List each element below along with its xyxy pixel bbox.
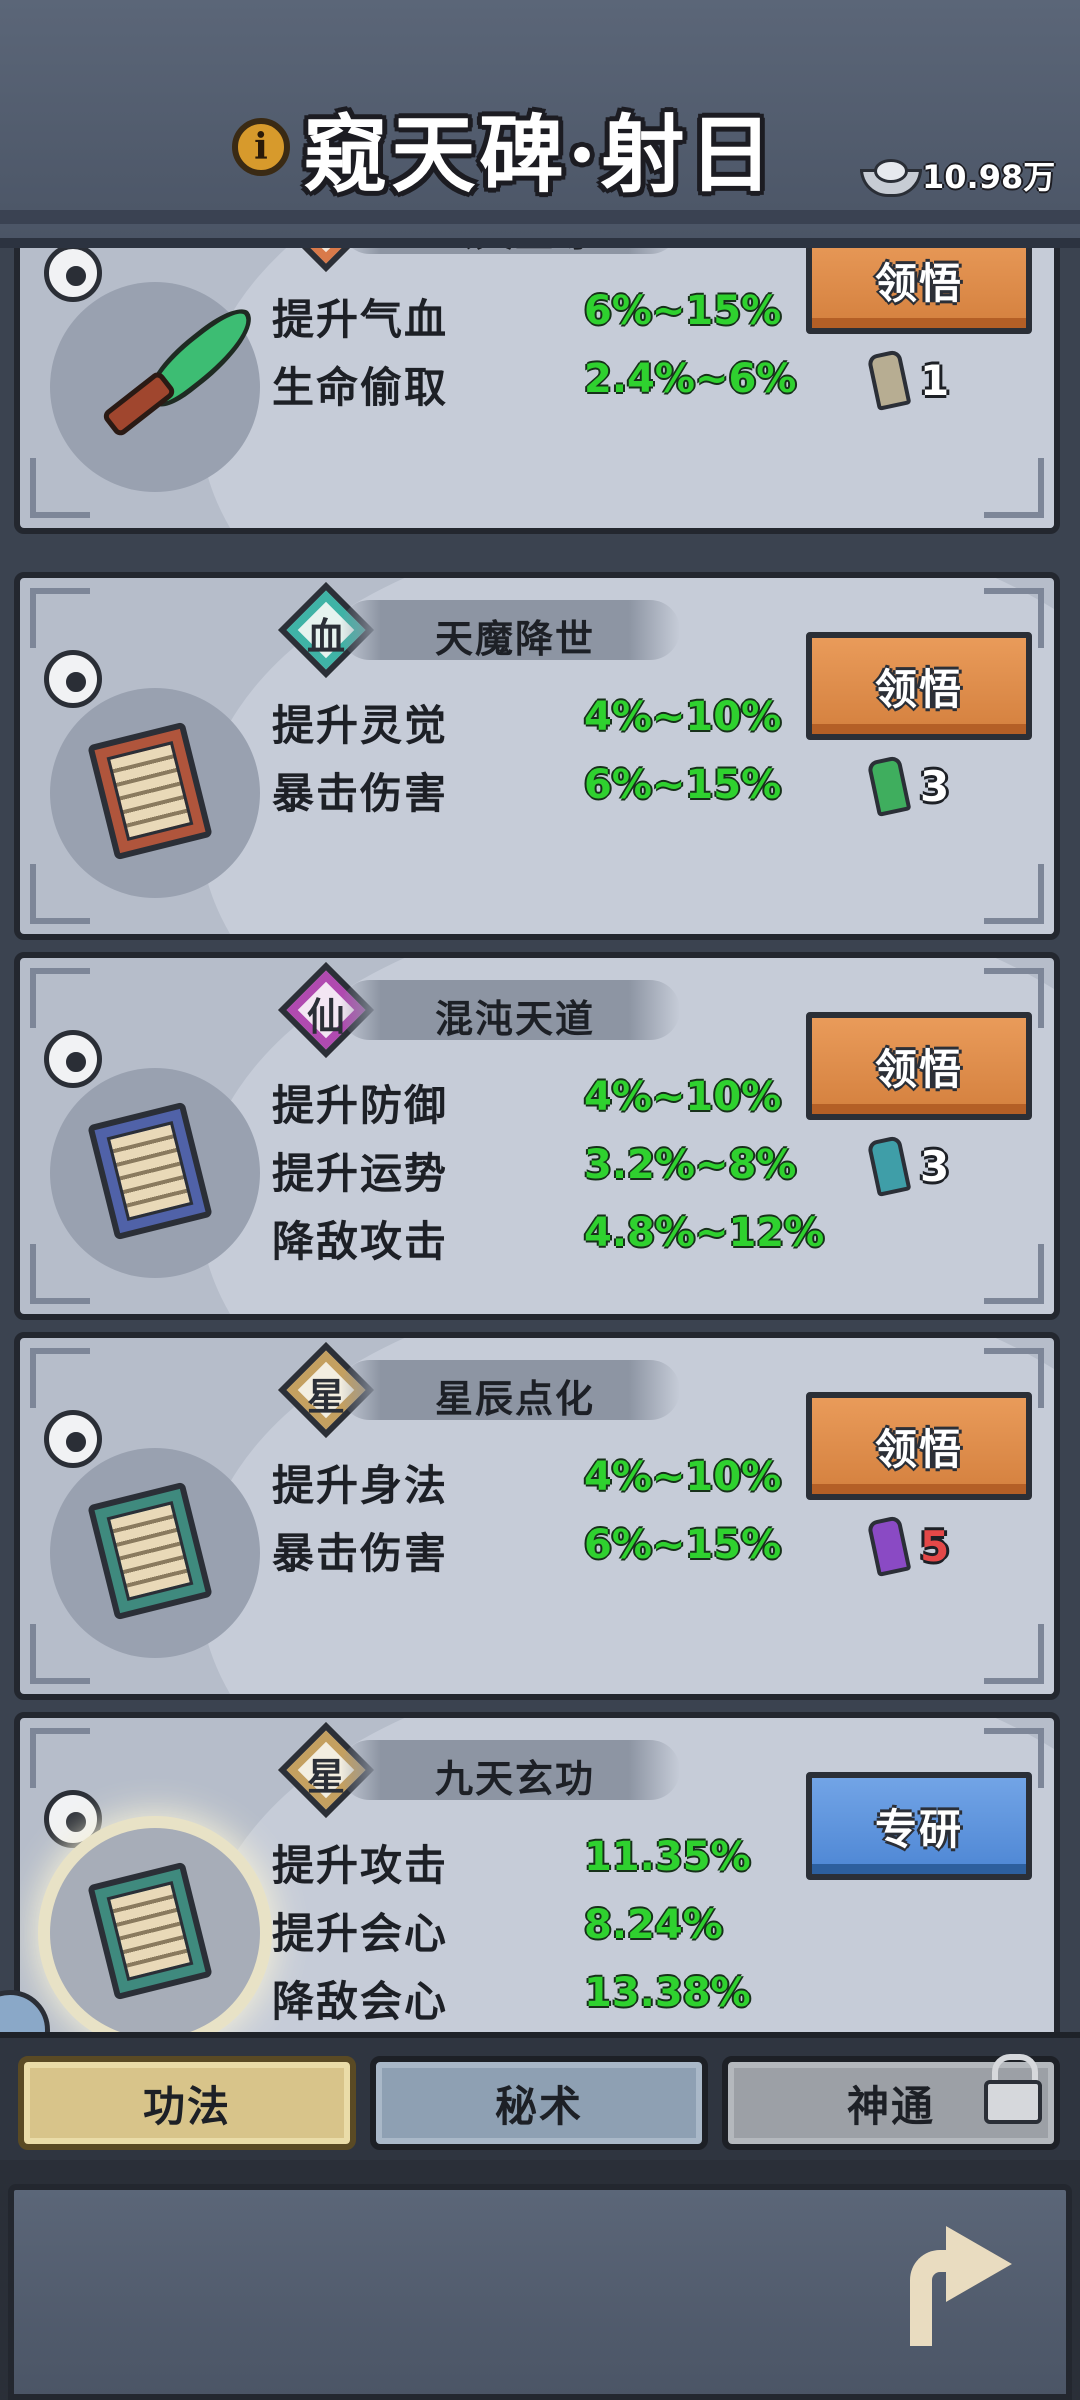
- stat-value: 3.2%~8%: [584, 1142, 797, 1188]
- skill-card: 血 天魔降世 提升灵觉 4%~10% 暴击伤害 6%~15% 领悟 3: [14, 572, 1060, 940]
- gear-icon[interactable]: [44, 650, 102, 708]
- stat-row: 提升会心 8.24%: [272, 1894, 832, 1962]
- stat-value: 6%~15%: [584, 288, 782, 334]
- lock-icon: [982, 2054, 1042, 2124]
- teal-manual-icon: [87, 1861, 213, 2001]
- stat-row: 生命偷取 2.4%~6%: [272, 348, 832, 416]
- grey-scroll-icon: [866, 349, 912, 411]
- stat-row: 提升防御 4%~10%: [272, 1066, 832, 1134]
- stat-row: 暴击伤害 6%~15%: [272, 1514, 832, 1582]
- skill-card: 星 星辰点化 提升身法 4%~10% 暴击伤害 6%~15% 领悟 5: [14, 1332, 1060, 1700]
- tab-gongfa[interactable]: 功法: [18, 2056, 356, 2150]
- stat-row: 提升运势 3.2%~8%: [272, 1134, 832, 1202]
- stat-value: 4%~10%: [584, 1454, 782, 1500]
- skill-list[interactable]: 开 玄天至尊 提升气血 6%~15% 生命偷取 2.4%~6% 领悟 1: [0, 248, 1080, 2032]
- blue-manual-icon: [87, 1101, 213, 1241]
- skill-card: 仙 混沌天道 提升防御 4%~10% 提升运势 3.2%~8% 降敌攻击 4.8…: [14, 952, 1060, 1320]
- cost-count: 3: [920, 761, 950, 811]
- comprehend-button[interactable]: 领悟: [806, 1392, 1032, 1500]
- cost-count: 3: [920, 1141, 950, 1191]
- tab-bar: 功法 秘术 神通: [0, 2032, 1080, 2160]
- tab-shentong[interactable]: 神通: [722, 2054, 1060, 2150]
- page-title: 窥天碑·射日: [303, 105, 777, 204]
- stat-list: 提升防御 4%~10% 提升运势 3.2%~8% 降敌攻击 4.8%~12%: [272, 1066, 832, 1270]
- green-sword-icon: [90, 296, 261, 448]
- stat-row: 暴击伤害 6%~15%: [272, 754, 832, 822]
- stat-list: 提升身法 4%~10% 暴击伤害 6%~15%: [272, 1446, 832, 1582]
- stat-label: 提升身法: [272, 1461, 449, 1510]
- green-scroll-icon: [866, 755, 912, 817]
- stat-value: 13.38%: [584, 1970, 751, 2016]
- teal-manual-icon: [87, 1481, 213, 1621]
- cost-count: 1: [920, 355, 950, 405]
- gear-icon[interactable]: [44, 248, 102, 302]
- skill-name: 星辰点化: [434, 1376, 595, 1421]
- gear-icon[interactable]: [44, 1790, 102, 1848]
- cost-display: 3: [866, 754, 950, 818]
- header: i 窥天碑·射日 10.98万: [0, 0, 1080, 248]
- tab-mishu[interactable]: 秘术: [370, 2056, 708, 2150]
- comprehend-button[interactable]: 领悟: [806, 1012, 1032, 1120]
- stat-row: 提升身法 4%~10%: [272, 1446, 832, 1514]
- skill-name: 玄天至尊: [360, 248, 670, 257]
- item-slot[interactable]: [50, 1068, 260, 1278]
- purple-scroll-icon: [866, 1515, 912, 1577]
- stat-value: 8.24%: [584, 1902, 723, 1948]
- tab-label: 神通: [846, 2081, 935, 2131]
- stat-value: 6%~15%: [584, 762, 782, 808]
- currency-value: 10.98万: [922, 158, 1056, 196]
- info-icon[interactable]: i: [232, 118, 290, 176]
- item-slot[interactable]: [50, 1448, 260, 1658]
- stat-label: 提升防御: [272, 1081, 449, 1130]
- stat-row: 提升攻击 11.35%: [272, 1826, 832, 1894]
- stat-value: 11.35%: [584, 1834, 751, 1880]
- gear-icon[interactable]: [44, 1030, 102, 1088]
- stat-list: 提升气血 6%~15% 生命偷取 2.4%~6%: [272, 280, 832, 416]
- skill-name: 混沌天道: [434, 996, 595, 1041]
- stat-list: 提升攻击 11.35% 提升会心 8.24% 降敌会心 13.38%: [272, 1826, 832, 2030]
- cost-display: 1: [866, 348, 950, 412]
- teal-scroll-icon: [866, 1135, 912, 1197]
- back-button[interactable]: [900, 2220, 1030, 2360]
- stat-row: 提升灵觉 4%~10%: [272, 686, 832, 754]
- cost-count: 5: [920, 1521, 950, 1571]
- cost-display: 5: [866, 1514, 950, 1578]
- skill-name: 天魔降世: [434, 616, 595, 661]
- stat-label: 降敌攻击: [272, 1217, 449, 1266]
- red-manual-icon: [87, 721, 213, 861]
- stat-value: 4%~10%: [584, 694, 782, 740]
- research-button[interactable]: 专研: [806, 1772, 1032, 1880]
- stat-label: 提升气血: [272, 295, 449, 344]
- stat-label: 暴击伤害: [272, 769, 449, 818]
- stat-label: 提升攻击: [272, 1841, 449, 1890]
- stat-row: 提升气血 6%~15%: [272, 280, 832, 348]
- stat-label: 提升灵觉: [272, 701, 449, 750]
- comprehend-button[interactable]: 领悟: [806, 248, 1032, 334]
- stat-value: 2.4%~6%: [584, 356, 797, 402]
- stat-value: 4.8%~12%: [584, 1210, 825, 1256]
- stat-label: 暴击伤害: [272, 1529, 449, 1578]
- skill-name: 九天玄功: [434, 1756, 595, 1801]
- item-slot[interactable]: [50, 1828, 260, 2032]
- gear-icon[interactable]: [44, 1410, 102, 1468]
- stat-label: 提升运势: [272, 1149, 449, 1198]
- stat-label: 提升会心: [272, 1909, 449, 1958]
- stat-row: 降敌攻击 4.8%~12%: [272, 1202, 832, 1270]
- skill-card: 开 玄天至尊 提升气血 6%~15% 生命偷取 2.4%~6% 领悟 1: [14, 248, 1060, 534]
- skill-card: 星 九天玄功 提升攻击 11.35% 提升会心 8.24% 降敌会心 13.38…: [14, 1712, 1060, 2032]
- stat-label: 生命偷取: [272, 363, 449, 412]
- silver-ingot-icon: [856, 157, 922, 197]
- stat-value: 4%~10%: [584, 1074, 782, 1120]
- cost-display: 3: [866, 1134, 950, 1198]
- currency-display: 10.98万: [856, 152, 1056, 198]
- stat-row: 降敌会心 13.38%: [272, 1962, 832, 2030]
- comprehend-button[interactable]: 领悟: [806, 632, 1032, 740]
- item-slot[interactable]: [50, 688, 260, 898]
- stat-list: 提升灵觉 4%~10% 暴击伤害 6%~15%: [272, 686, 832, 822]
- stat-value: 6%~15%: [584, 1522, 782, 1568]
- item-slot[interactable]: [50, 282, 260, 492]
- stat-label: 降敌会心: [272, 1977, 449, 2026]
